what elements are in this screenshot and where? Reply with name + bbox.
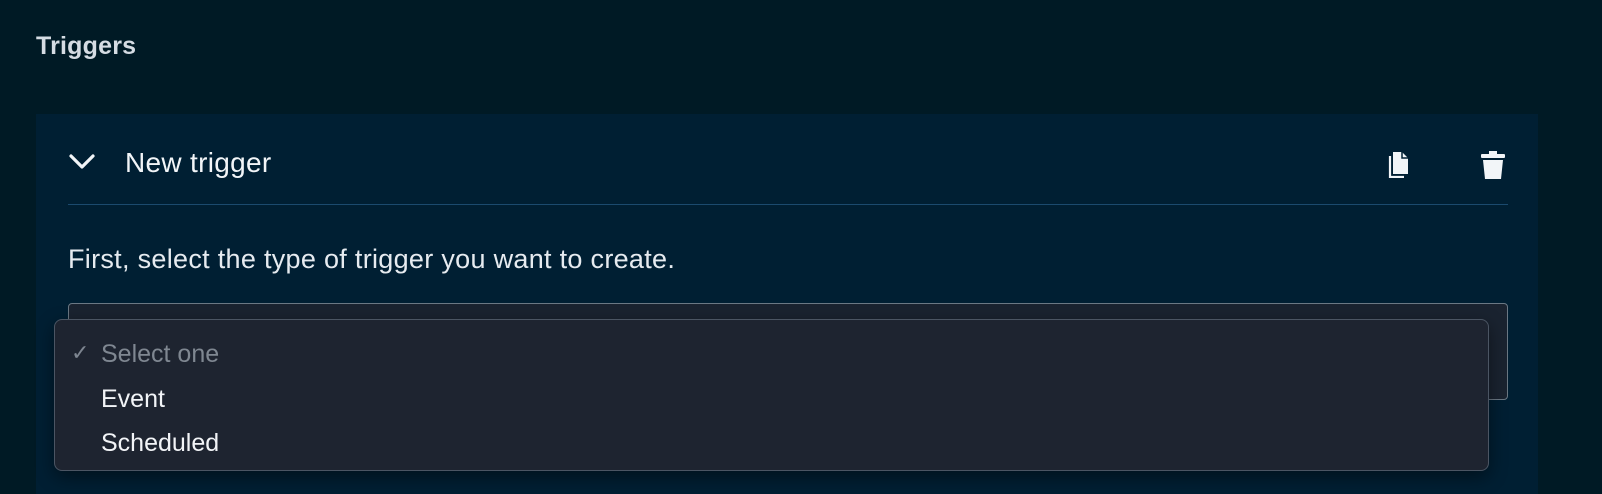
copy-icon[interactable] — [1388, 150, 1416, 182]
trigger-card-header: New trigger — [68, 114, 1508, 205]
option-scheduled[interactable]: Scheduled — [55, 421, 1488, 463]
option-label: Event — [101, 385, 165, 413]
option-label: Scheduled — [101, 429, 220, 457]
trash-icon[interactable] — [1480, 150, 1508, 182]
trigger-type-prompt: First, select the type of trigger you wa… — [68, 244, 676, 274]
chevron-down-icon[interactable] — [68, 148, 96, 176]
trigger-title[interactable]: New trigger — [125, 147, 271, 179]
option-select-one[interactable]: ✓ Select one — [55, 332, 1488, 374]
section-title: Triggers — [36, 32, 137, 60]
checkmark-icon: ✓ — [71, 340, 90, 365]
option-label: Select one — [101, 340, 220, 368]
trigger-type-dropdown[interactable]: ✓ Select one Event Scheduled — [54, 319, 1489, 471]
option-event[interactable]: Event — [55, 377, 1488, 419]
